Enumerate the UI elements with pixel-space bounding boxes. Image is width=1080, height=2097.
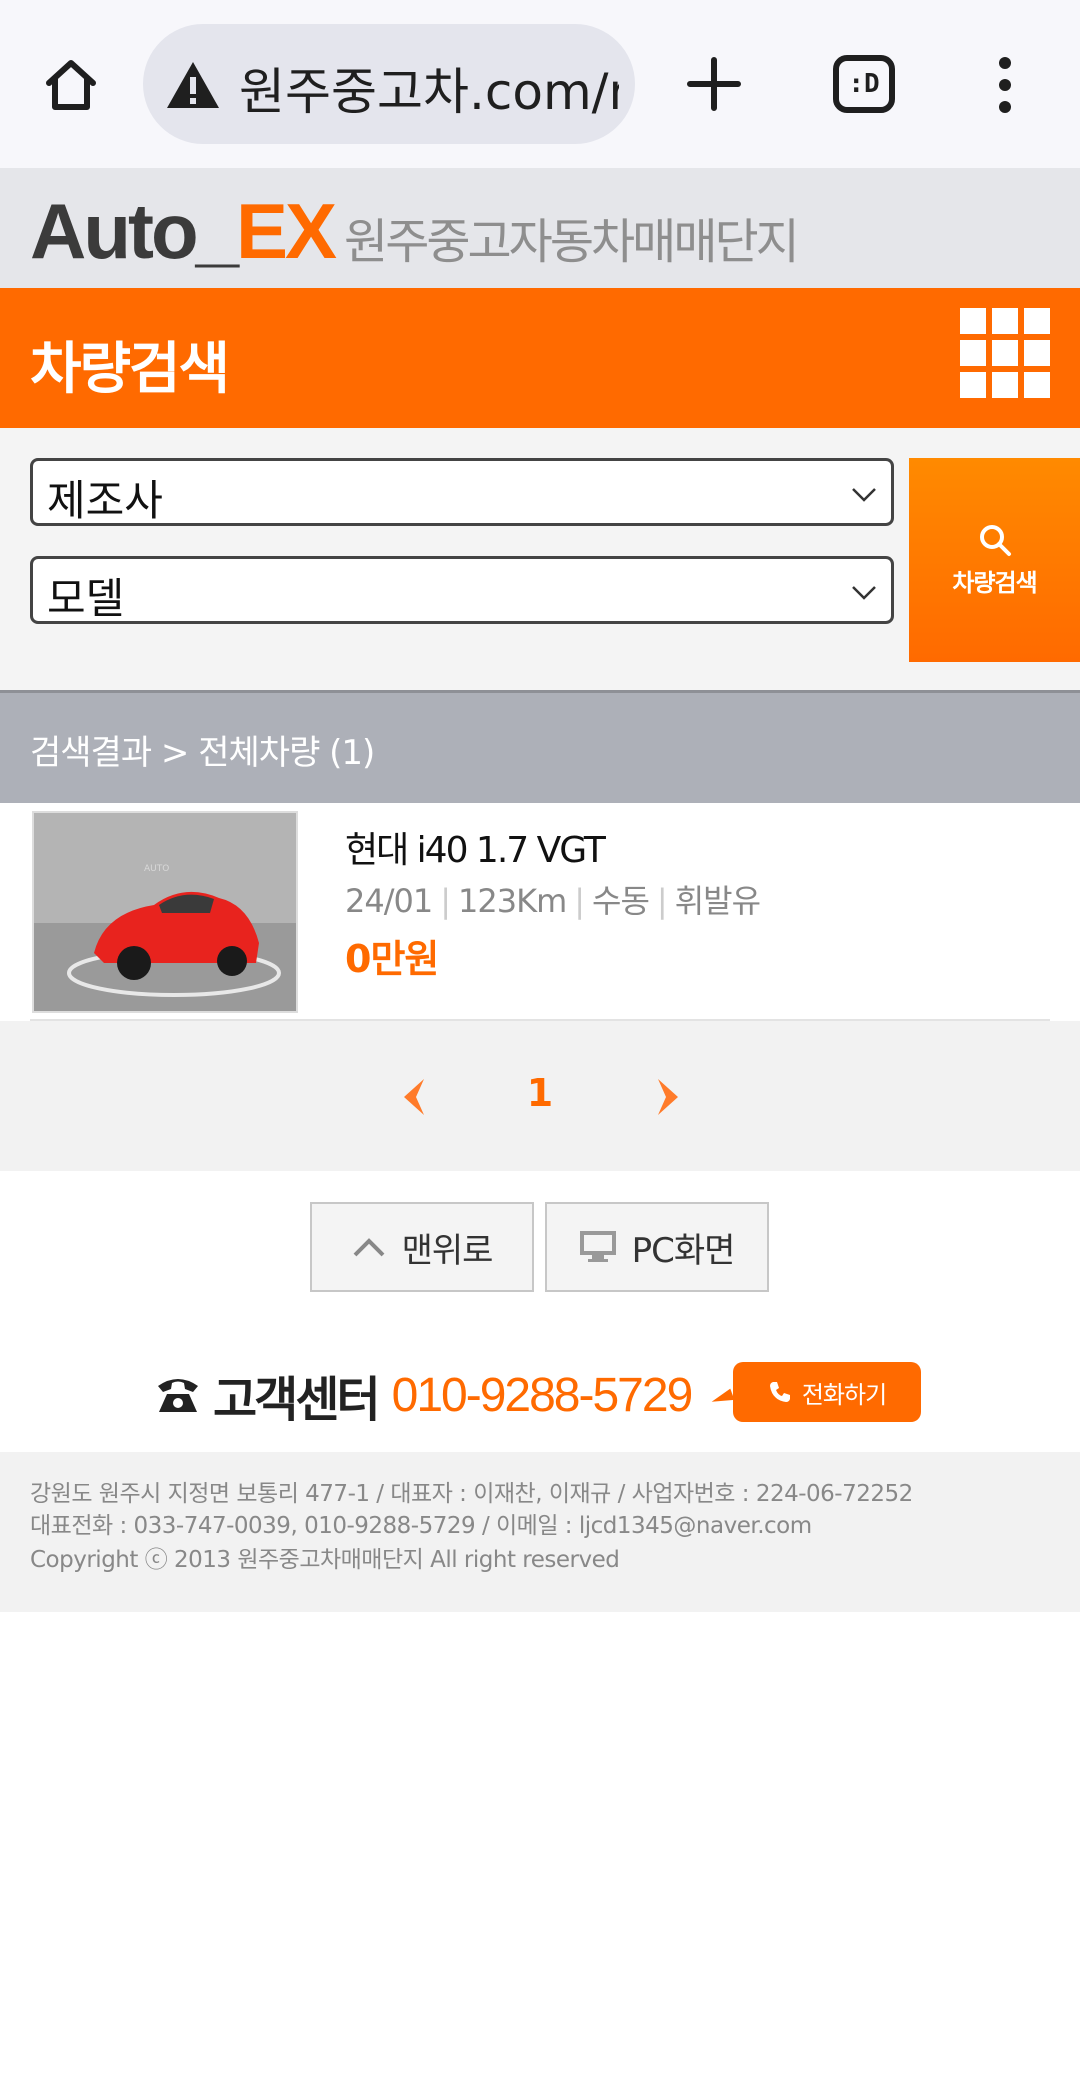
monitor-icon — [579, 1231, 616, 1262]
results-breadcrumb: 검색결과 > 전체차량 (1) — [30, 733, 375, 773]
call-button[interactable]: 전화하기 — [733, 1362, 921, 1422]
pc-view-button[interactable]: PC화면 — [545, 1202, 769, 1292]
vehicle-search-button[interactable]: 차량검색 — [909, 458, 1080, 662]
telephone-icon — [158, 1379, 198, 1412]
warning-icon[interactable] — [165, 60, 221, 110]
customer-center: 고객센터 010-9288-5729 — [155, 1360, 694, 1430]
car-price: 0만원 — [345, 937, 439, 981]
car-transmission: 수동 — [592, 882, 650, 920]
page-title: 차량검색 — [30, 337, 230, 402]
site-logo[interactable]: Auto_ EX 원주중고자동차매매단지 — [30, 186, 800, 277]
phone-icon — [769, 1382, 790, 1402]
svg-text:AUTO: AUTO — [144, 864, 169, 874]
car-fuel: 휘발유 — [674, 882, 761, 920]
new-tab-icon[interactable] — [682, 52, 746, 116]
page-number-current[interactable]: 1 — [520, 1071, 560, 1115]
chevron-up-icon — [353, 1238, 384, 1257]
customer-center-label: 고객센터 — [213, 1372, 381, 1428]
car-thumbnail[interactable]: AUTO — [32, 811, 298, 1013]
call-button-label: 전화하기 — [801, 1380, 887, 1409]
list-item[interactable]: AUTO 현대 i40 1.7 VGT 24/01 | 123Km | 수동 | 휘발유 0… — [30, 803, 1050, 1021]
chevron-left-icon[interactable] — [394, 1077, 434, 1117]
maker-select[interactable]: 제조사 — [30, 458, 894, 526]
home-icon[interactable] — [36, 50, 106, 120]
car-details: 24/01 | 123Km | 수동 | 휘발유 — [345, 882, 761, 920]
tab-switcher-button[interactable]: :D — [833, 55, 895, 113]
search-button-label: 차량검색 — [952, 568, 1037, 597]
chevron-down-icon — [852, 488, 876, 502]
browser-toolbar: 원주중고차.com/m :D — [0, 0, 1080, 168]
footer-address: 강원도 원주시 지정면 보통리 477-1 / 대표자 : 이재찬, 이재규 /… — [30, 1481, 913, 1507]
url-text[interactable]: 원주중고차.com/m — [239, 52, 619, 124]
car-date: 24/01 — [345, 882, 433, 920]
logo-subtitle: 원주중고자동차매매단지 — [344, 214, 800, 270]
model-select-value: 모델 — [47, 574, 125, 623]
footer-copyright: Copyright ⓒ 2013 원주중고차매매단지 All right res… — [30, 1547, 620, 1573]
car-name[interactable]: 현대 i40 1.7 VGT — [345, 821, 606, 873]
results-header: 검색결과 > 전체차량 (1) — [0, 693, 1080, 803]
back-to-top-button[interactable]: 맨위로 — [310, 1202, 534, 1292]
more-menu-icon[interactable] — [990, 55, 1020, 115]
chevron-down-icon — [852, 586, 876, 600]
pagination: 1 — [0, 1021, 1080, 1171]
address-bar[interactable]: 원주중고차.com/m — [143, 24, 635, 144]
grid-menu-icon[interactable] — [960, 308, 1050, 398]
back-to-top-label: 맨위로 — [401, 1230, 494, 1271]
logo-ex-text: EX — [235, 187, 337, 275]
site-footer: 강원도 원주시 지정면 보통리 477-1 / 대표자 : 이재찬, 이재규 /… — [0, 1452, 1080, 1612]
chevron-right-icon[interactable] — [648, 1077, 688, 1117]
footer-contact: 대표전화 : 033-747-0039, 010-9288-5729 / 이메일… — [30, 1513, 812, 1539]
search-icon — [979, 524, 1011, 556]
logo-auto-text: Auto_ — [30, 187, 239, 275]
site-header: Auto_ EX 원주중고자동차매매단지 — [0, 168, 1080, 288]
page-title-bar: 차량검색 — [0, 288, 1080, 428]
car-mileage: 123Km — [458, 882, 567, 920]
pc-view-label: PC화면 — [631, 1230, 736, 1271]
maker-select-value: 제조사 — [47, 476, 163, 525]
customer-center-phone[interactable]: 010-9288-5729 — [392, 1368, 694, 1423]
model-select[interactable]: 모델 — [30, 556, 894, 624]
